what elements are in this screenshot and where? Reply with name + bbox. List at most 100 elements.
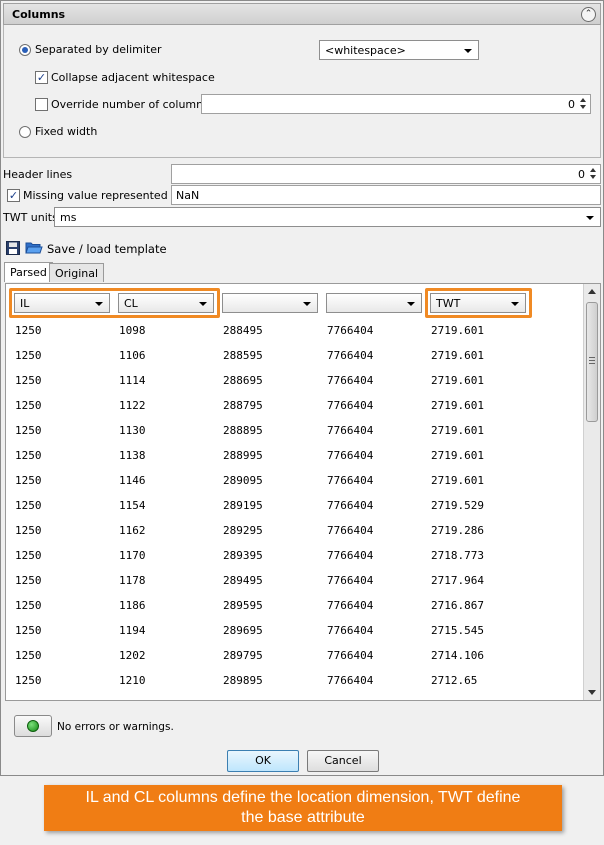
- columns-panel: Separated by delimiter <whitespace> ✓ Co…: [3, 25, 601, 158]
- twt-highlight: [425, 288, 532, 318]
- table-cell: 288595: [223, 349, 263, 362]
- table-cell: 1250: [15, 499, 42, 512]
- scrollbar-thumb[interactable]: [586, 302, 598, 422]
- table-cell: 1250: [15, 624, 42, 637]
- table-cell: 1210: [119, 674, 146, 687]
- table-cell: 2718.773: [431, 549, 484, 562]
- table-row[interactable]: 1250 1178 289495 7766404 2717.964: [6, 568, 582, 593]
- scroll-up-icon[interactable]: [588, 289, 596, 294]
- override-columns-field[interactable]: 0: [201, 94, 591, 114]
- table-row[interactable]: 1250 1194 289695 7766404 2715.545: [6, 618, 582, 643]
- table-row[interactable]: 1250 1130 288895 7766404 2719.601: [6, 418, 582, 443]
- annotation-callout: IL and CL columns define the location di…: [44, 785, 562, 831]
- status-ok-icon: [27, 720, 39, 732]
- import-dialog: Columns ⌃ Separated by delimiter <whites…: [0, 0, 604, 776]
- table-cell: 289795: [223, 649, 263, 662]
- table-cell: 288795: [223, 399, 263, 412]
- table-row[interactable]: 1250 1146 289095 7766404 2719.601: [6, 468, 582, 493]
- collapse-whitespace-label: Collapse adjacent whitespace: [51, 71, 215, 84]
- status-message: No errors or warnings.: [57, 721, 174, 733]
- fixed-width-radio[interactable]: [19, 126, 31, 138]
- tab-parsed[interactable]: Parsed: [4, 262, 53, 282]
- ok-button[interactable]: OK: [227, 750, 299, 772]
- table-cell: 1138: [119, 449, 146, 462]
- table-row[interactable]: 1250 1106 288595 7766404 2719.601: [6, 343, 582, 368]
- table-cell: 288695: [223, 374, 263, 387]
- save-load-template-label[interactable]: Save / load template: [47, 242, 167, 256]
- tab-original[interactable]: Original: [49, 263, 105, 282]
- twt-units-label: TWT units: [3, 211, 58, 224]
- status-indicator-button[interactable]: [14, 715, 52, 737]
- table-cell: 289495: [223, 574, 263, 587]
- table-cell: 7766404: [327, 549, 374, 562]
- missing-value-field[interactable]: NaN: [171, 185, 601, 205]
- table-cell: 7766404: [327, 424, 374, 437]
- callout-line-1: IL and CL columns define the location di…: [85, 789, 521, 806]
- override-columns-value: 0: [568, 98, 575, 111]
- table-cell: 288895: [223, 424, 263, 437]
- floppy-disk-icon[interactable]: [6, 241, 22, 257]
- delimiter-select[interactable]: <whitespace>: [319, 40, 479, 60]
- columns-section-header[interactable]: Columns ⌃: [3, 3, 601, 25]
- table-cell: 1122: [119, 399, 146, 412]
- table-row[interactable]: 1250 1170 289395 7766404 2718.773: [6, 543, 582, 568]
- table-cell: 1250: [15, 349, 42, 362]
- table-cell: 1250: [15, 574, 42, 587]
- override-columns-label: Override number of columns: [51, 98, 209, 111]
- missing-value-checkbox[interactable]: ✓: [7, 189, 20, 202]
- table-cell: 1202: [119, 649, 146, 662]
- folder-open-icon[interactable]: [25, 240, 43, 256]
- table-cell: 1250: [15, 324, 42, 337]
- table-row[interactable]: 1250 1098 288495 7766404 2719.601: [6, 318, 582, 343]
- table-cell: 7766404: [327, 524, 374, 537]
- table-row[interactable]: 1250 1210 289895 7766404 2712.65: [6, 668, 582, 693]
- table-cell: 1250: [15, 374, 42, 387]
- table-cell: 7766404: [327, 624, 374, 637]
- cancel-button[interactable]: Cancel: [307, 750, 379, 772]
- table-row[interactable]: 1250 1114 288695 7766404 2719.601: [6, 368, 582, 393]
- table-cell: 1250: [15, 549, 42, 562]
- table-row[interactable]: 1250 1162 289295 7766404 2719.286: [6, 518, 582, 543]
- collapse-icon[interactable]: ⌃: [581, 7, 596, 22]
- table-cell: 2719.601: [431, 449, 484, 462]
- header-lines-value: 0: [578, 168, 585, 181]
- table-cell: 1250: [15, 449, 42, 462]
- vertical-scrollbar[interactable]: [583, 284, 600, 700]
- override-columns-checkbox[interactable]: [35, 98, 48, 111]
- header-lines-field[interactable]: 0: [171, 164, 601, 184]
- table-cell: 1162: [119, 524, 146, 537]
- spinner-icon[interactable]: [589, 167, 598, 181]
- twt-units-select[interactable]: ms: [54, 207, 601, 227]
- table-cell: 1194: [119, 624, 146, 637]
- table-cell: 2719.529: [431, 499, 484, 512]
- table-cell: 289095: [223, 474, 263, 487]
- table-cell: 2719.601: [431, 399, 484, 412]
- table-cell: 1250: [15, 399, 42, 412]
- table-cell: 1250: [15, 524, 42, 537]
- scroll-down-icon[interactable]: [588, 690, 596, 695]
- table-cell: 1250: [15, 599, 42, 612]
- table-cell: 1250: [15, 474, 42, 487]
- tab-parsed-label: Parsed: [10, 266, 47, 279]
- table-cell: 1186: [119, 599, 146, 612]
- table-cell: 7766404: [327, 574, 374, 587]
- table-cell: 2719.601: [431, 474, 484, 487]
- table-row[interactable]: 1250 1154 289195 7766404 2719.529: [6, 493, 582, 518]
- table-row[interactable]: 1250 1202 289795 7766404 2714.106: [6, 643, 582, 668]
- il-cl-highlight: [9, 288, 220, 318]
- separated-by-delimiter-radio[interactable]: [19, 44, 31, 56]
- chevron-down-icon: [407, 302, 415, 306]
- table-row[interactable]: 1250 1186 289595 7766404 2716.867: [6, 593, 582, 618]
- table-cell: 1098: [119, 324, 146, 337]
- table-row[interactable]: 1250 1122 288795 7766404 2719.601: [6, 393, 582, 418]
- table-cell: 289895: [223, 674, 263, 687]
- table-row[interactable]: 1250 1138 288995 7766404 2719.601: [6, 443, 582, 468]
- column-selector-4[interactable]: [326, 293, 422, 313]
- table-cell: 1146: [119, 474, 146, 487]
- missing-value-input-value: NaN: [176, 189, 200, 202]
- column-selector-3[interactable]: [222, 293, 318, 313]
- table-cell: 2719.601: [431, 324, 484, 337]
- collapse-whitespace-checkbox[interactable]: ✓: [35, 71, 48, 84]
- table-cell: 289195: [223, 499, 263, 512]
- spinner-icon[interactable]: [579, 97, 588, 111]
